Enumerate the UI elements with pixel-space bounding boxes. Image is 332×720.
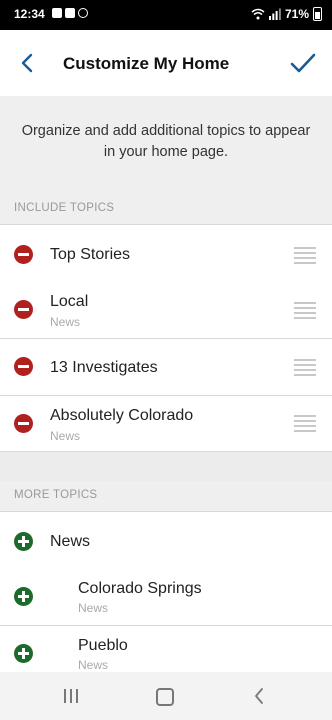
topic-row-local: Local News (0, 281, 332, 339)
intro-section: Organize and add additional topics to ap… (0, 96, 332, 194)
topic-row-top-stories: Top Stories (0, 224, 332, 282)
topic-label: Colorado Springs (78, 580, 202, 597)
battery-percentage: 71% (284, 7, 309, 21)
wifi-icon (251, 8, 265, 20)
add-icon[interactable] (14, 532, 33, 551)
remove-icon[interactable] (14, 245, 33, 264)
home-icon[interactable] (156, 688, 174, 706)
add-icon[interactable] (14, 644, 33, 663)
intro-text: Organize and add additional topics to ap… (21, 123, 311, 160)
include-topics-label: INCLUDE TOPICS (14, 202, 115, 214)
add-icon[interactable] (14, 587, 33, 606)
remove-icon[interactable] (14, 300, 33, 319)
system-back-icon[interactable] (253, 687, 265, 705)
chevron-left-icon[interactable] (14, 49, 42, 77)
system-nav-bar (0, 672, 332, 720)
drag-handle-icon[interactable] (294, 302, 316, 319)
topic-label: Absolutely Colorado (50, 407, 194, 424)
topic-label: Local (50, 293, 89, 310)
remove-icon[interactable] (14, 414, 33, 433)
app-header: Customize My Home (0, 30, 332, 96)
topic-subtitle: News (50, 429, 81, 443)
drag-handle-icon[interactable] (294, 247, 316, 264)
include-topics-header: INCLUDE TOPICS (0, 194, 332, 224)
status-bar: 12:34 71% (0, 0, 332, 30)
dnd-notification-icon (78, 8, 88, 18)
gallery-notification-icon (52, 8, 62, 18)
signal-icon (268, 8, 281, 20)
topic-row-pueblo[interactable]: Pueblo News (0, 626, 332, 672)
more-topics-header: MORE TOPICS (0, 481, 332, 511)
page-title: Customize My Home (63, 54, 230, 73)
checkmark-icon[interactable] (288, 48, 318, 78)
drag-handle-icon[interactable] (294, 415, 316, 432)
topic-subtitle: News (78, 658, 109, 672)
topic-subtitle: News (78, 601, 109, 615)
topic-row-13-investigates: 13 Investigates (0, 339, 332, 396)
topic-row-colorado-springs[interactable]: Colorado Springs News (0, 570, 332, 626)
topic-subtitle: News (50, 315, 81, 329)
more-topics-label: MORE TOPICS (14, 489, 98, 501)
battery-icon (313, 7, 322, 21)
topic-label: 13 Investigates (50, 359, 158, 376)
topic-row-news[interactable]: News (0, 511, 332, 571)
topic-label: News (50, 533, 91, 550)
drag-handle-icon[interactable] (294, 359, 316, 376)
topic-label: Top Stories (50, 246, 131, 263)
check-notification-icon (65, 8, 75, 18)
topic-row-absolutely-colorado: Absolutely Colorado News (0, 396, 332, 452)
status-right: 71% (251, 7, 322, 21)
recent-apps-icon[interactable] (64, 689, 78, 703)
remove-icon[interactable] (14, 357, 33, 376)
status-time: 12:34 (14, 7, 45, 21)
topic-label: Pueblo (78, 637, 128, 654)
notification-icons (52, 8, 88, 20)
